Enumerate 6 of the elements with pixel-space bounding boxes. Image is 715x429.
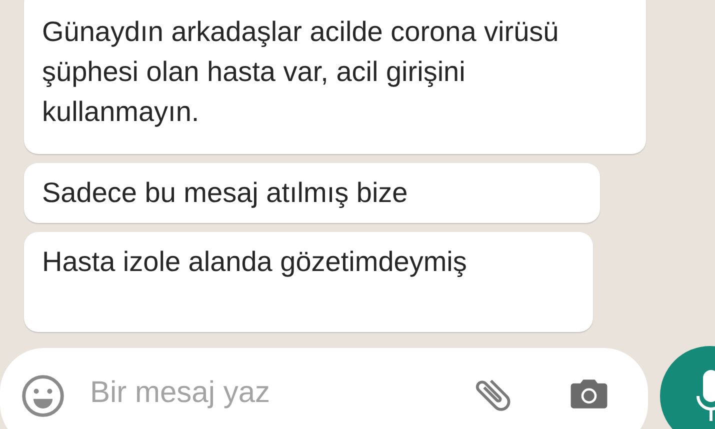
message-text: Günaydın arkadaşlar acilde corona virüsü şüphesi olan hasta var, acil girişini kullanmayın. (42, 15, 560, 129)
emoji-icon[interactable] (20, 373, 66, 419)
message-text: Hasta izole alanda gözetimdeymiş (42, 245, 468, 279)
message-input[interactable]: Bir mesaj yaz (90, 370, 450, 415)
message-field[interactable]: Bir mesaj yaz (0, 348, 648, 429)
message-text: Sadece bu mesaj atılmış bize (42, 176, 409, 210)
